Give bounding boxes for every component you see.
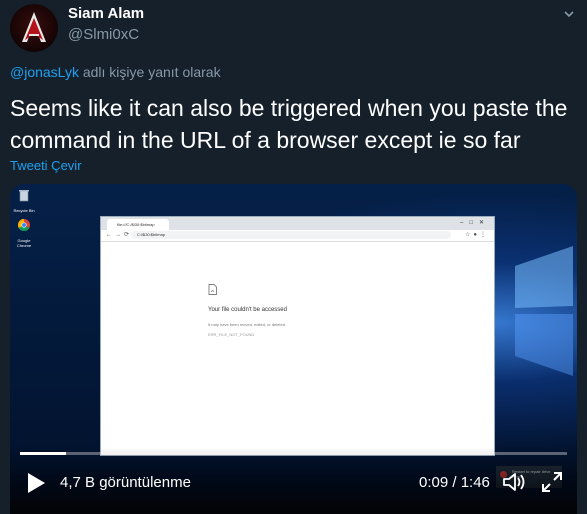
windows-logo-icon [515,246,573,376]
fullscreen-icon[interactable] [541,471,563,493]
browser-address-bar: C:/$i30:$bitmap [131,231,451,239]
desktop-icon-label: Google Chrome [16,238,32,248]
author-name[interactable]: Siam Alam [68,5,144,22]
view-count: 4,7 B görüntülenme [60,474,191,491]
chrome-icon [17,219,30,232]
browser-tab-strip: file:///C:/$i30:$bitmap –□✕ [101,217,494,230]
play-icon[interactable] [26,472,46,494]
video-progress-bar[interactable] [20,452,567,455]
video-time: 0:09 / 1:46 [419,474,490,491]
desktop-icon-recycle-bin[interactable]: Recycle Bin [12,188,36,213]
reply-context-text: adlı kişiye yanıt olarak [78,64,221,80]
desktop-icon-label: Recycle Bin [13,208,35,213]
video-progress-fill [20,452,67,455]
error-subtitle: It may have been moved, edited, or delet… [208,322,287,327]
browser-toolbar: ←→⟳ C:/$i30:$bitmap ☆●⋮ [101,230,494,242]
chevron-down-icon[interactable] [563,8,575,20]
volume-icon[interactable] [502,471,526,493]
avatar-logo-icon [22,12,46,42]
video-player[interactable]: Recycle Bin Google Chrome file:///C:/$i3… [10,184,577,514]
avatar[interactable] [10,4,58,52]
browser-tab: file:///C:/$i30:$bitmap [107,219,169,230]
desktop-icon-chrome[interactable]: Google Chrome [12,218,36,248]
recycle-bin-icon [19,190,29,202]
translate-tweet-link[interactable]: Tweeti Çevir [10,158,82,173]
broken-file-icon [208,284,217,295]
error-code: ERR_FILE_NOT_FOUND [208,332,255,337]
browser-menu-icons: ☆●⋮ [464,232,489,238]
tweet-text: Seems like it can also be triggered when… [10,95,568,153]
browser-window: file:///C:/$i30:$bitmap –□✕ ←→⟳ C:/$i30:… [100,216,495,456]
reply-context: @jonasLyk adlı kişiye yanıt olarak [10,64,221,80]
browser-nav-icons: ←→⟳ [106,232,133,238]
window-controls: –□✕ [460,220,490,226]
reply-mention-link[interactable]: @jonasLyk [10,64,79,80]
author-handle[interactable]: @Slmi0xC [68,26,139,43]
error-title: Your file couldn't be accessed [208,307,287,313]
